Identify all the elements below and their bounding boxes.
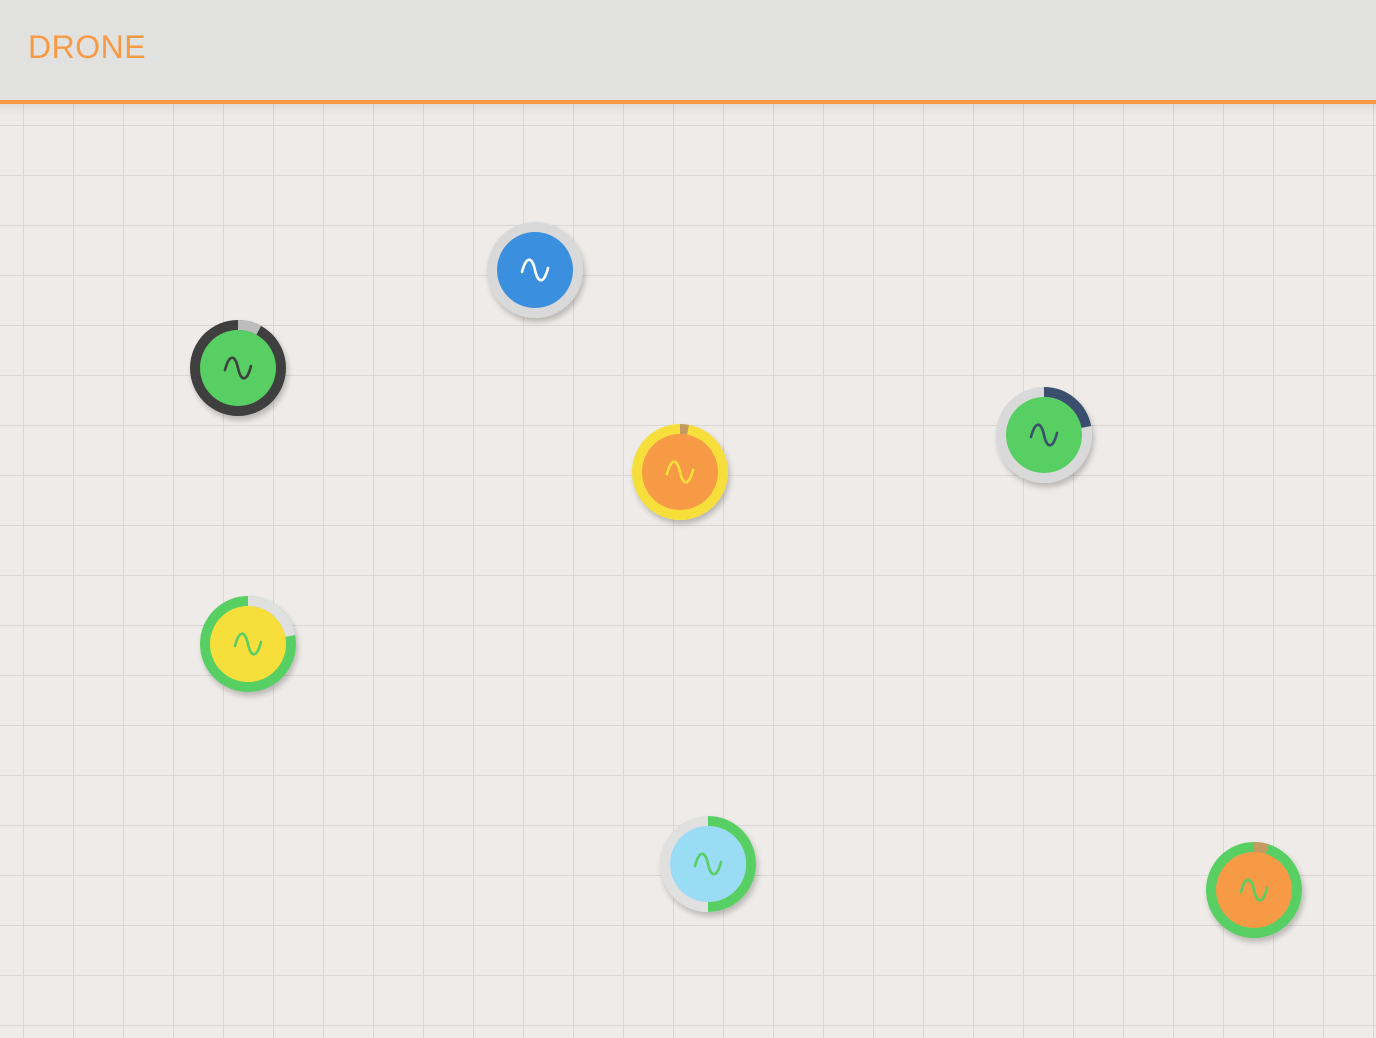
node-dial — [660, 816, 756, 912]
node-dial — [190, 320, 286, 416]
node-dial — [1206, 842, 1302, 938]
node-progress-arc — [679, 424, 689, 435]
node-dial — [632, 424, 728, 520]
node-blue[interactable] — [484, 219, 586, 321]
node-dial — [200, 596, 296, 692]
node-dial — [996, 387, 1092, 483]
node-green-navy[interactable] — [993, 384, 1095, 486]
header-shadow — [0, 104, 1376, 116]
node-dial — [487, 222, 583, 318]
app-title: DRONE — [28, 29, 147, 65]
node-orange[interactable] — [629, 421, 731, 523]
node-orange-green[interactable] — [1203, 839, 1305, 941]
app-window: DRONE — [0, 0, 1376, 1038]
header-bar: DRONE — [0, 0, 1376, 104]
node-green-dark[interactable] — [187, 317, 289, 419]
node-yellow[interactable] — [197, 593, 299, 695]
node-progress-arc — [237, 320, 262, 335]
node-lightblue[interactable] — [657, 813, 759, 915]
node-progress-arc — [1253, 842, 1269, 854]
